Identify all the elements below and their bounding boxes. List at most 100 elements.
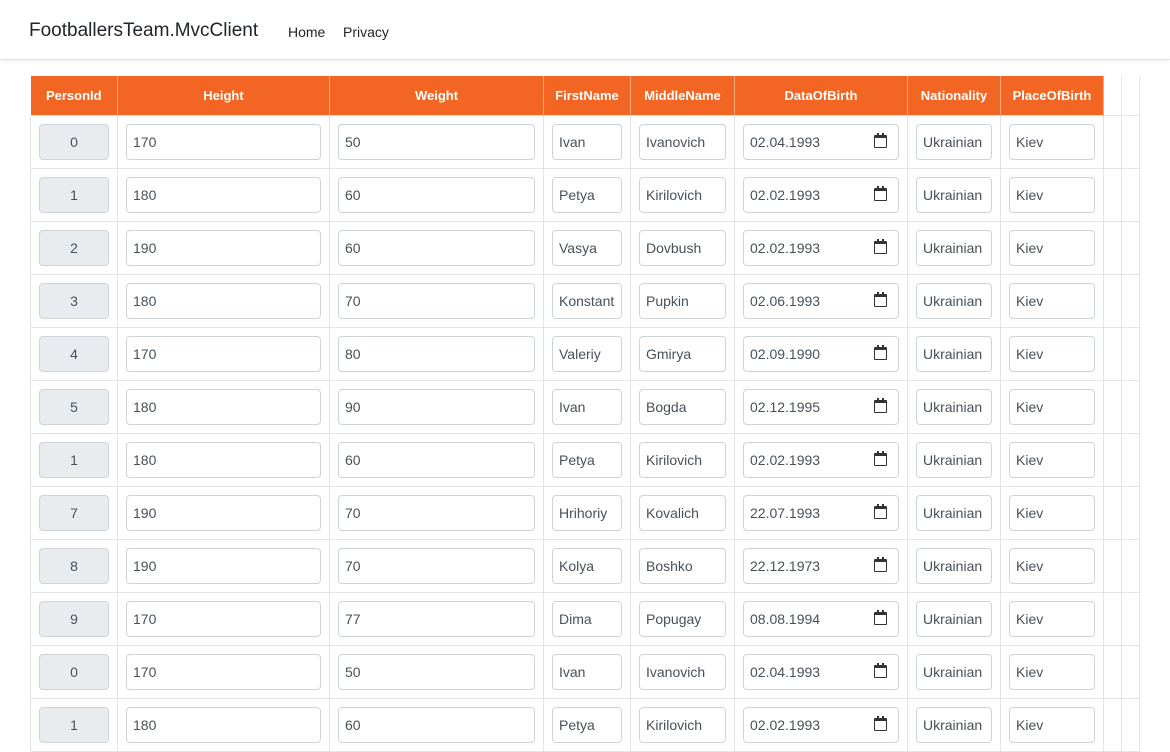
nationality-field[interactable]: Ukrainian — [916, 706, 992, 743]
placeofbirth-field[interactable]: Kiev — [1009, 176, 1095, 213]
placeofbirth-field[interactable]: Kiev — [1009, 494, 1095, 531]
firstname-field[interactable]: Petya — [552, 706, 622, 743]
firstname-field[interactable]: Ivan — [552, 123, 622, 160]
firstname-field[interactable]: Ivan — [552, 653, 622, 690]
dateofbirth-field[interactable]: 02.04.1993 — [743, 653, 899, 690]
weight-field[interactable]: 50 — [338, 123, 535, 160]
nationality-field[interactable]: Ukrainian — [916, 388, 992, 425]
dateofbirth-field[interactable]: 02.06.1993 — [743, 282, 899, 319]
firstname-field[interactable]: Kolya — [552, 547, 622, 584]
placeofbirth-field[interactable]: Kiev — [1009, 653, 1095, 690]
firstname-field[interactable]: Hrihoriy — [552, 494, 622, 531]
firstname-field[interactable]: Petya — [552, 441, 622, 478]
nav-privacy-link[interactable]: Privacy — [343, 24, 389, 40]
brand-link[interactable]: FootballersTeam.MvcClient — [29, 20, 258, 42]
middlename-field[interactable]: Pupkin — [639, 282, 726, 319]
height-field[interactable]: 180 — [126, 441, 321, 478]
weight-field[interactable]: 70 — [338, 547, 535, 584]
middlename-field[interactable]: Kirilovich — [639, 706, 726, 743]
nationality-field[interactable]: Ukrainian — [916, 547, 992, 584]
firstname-field[interactable]: Konstant — [552, 282, 622, 319]
weight-field[interactable]: 60 — [338, 441, 535, 478]
weight-field[interactable]: 70 — [338, 494, 535, 531]
calendar-icon[interactable] — [874, 556, 887, 572]
middlename-field[interactable]: Popugay — [639, 600, 726, 637]
calendar-icon[interactable] — [874, 662, 887, 678]
placeofbirth-field[interactable]: Kiev — [1009, 282, 1095, 319]
height-field[interactable]: 180 — [126, 176, 321, 213]
height-field[interactable]: 170 — [126, 600, 321, 637]
middlename-field[interactable]: Gmirya — [639, 335, 726, 372]
nationality-field[interactable]: Ukrainian — [916, 653, 992, 690]
middlename-field[interactable]: Kirilovich — [639, 176, 726, 213]
nationality-field[interactable]: Ukrainian — [916, 600, 992, 637]
placeofbirth-field[interactable]: Kiev — [1009, 335, 1095, 372]
height-field[interactable]: 180 — [126, 388, 321, 425]
weight-field[interactable]: 60 — [338, 229, 535, 266]
calendar-icon[interactable] — [874, 609, 887, 625]
middlename-field[interactable]: Kovalich — [639, 494, 726, 531]
placeofbirth-field[interactable]: Kiev — [1009, 706, 1095, 743]
middlename-field[interactable]: Ivanovich — [639, 123, 726, 160]
middlename-field[interactable]: Bogda — [639, 388, 726, 425]
calendar-icon[interactable] — [874, 715, 887, 731]
dateofbirth-field[interactable]: 02.02.1993 — [743, 176, 899, 213]
height-field[interactable]: 180 — [126, 282, 321, 319]
calendar-icon[interactable] — [874, 291, 887, 307]
dateofbirth-field[interactable]: 22.07.1993 — [743, 494, 899, 531]
firstname-field[interactable]: Vasya — [552, 229, 622, 266]
weight-field[interactable]: 77 — [338, 600, 535, 637]
nationality-field[interactable]: Ukrainian — [916, 335, 992, 372]
middlename-field[interactable]: Dovbush — [639, 229, 726, 266]
nationality-field[interactable]: Ukrainian — [916, 441, 992, 478]
height-field[interactable]: 190 — [126, 547, 321, 584]
weight-field[interactable]: 70 — [338, 282, 535, 319]
dateofbirth-field[interactable]: 08.08.1994 — [743, 600, 899, 637]
nationality-field[interactable]: Ukrainian — [916, 282, 992, 319]
dateofbirth-field[interactable]: 02.12.1995 — [743, 388, 899, 425]
placeofbirth-field[interactable]: Kiev — [1009, 547, 1095, 584]
middlename-field[interactable]: Boshko — [639, 547, 726, 584]
placeofbirth-field[interactable]: Kiev — [1009, 600, 1095, 637]
calendar-icon[interactable] — [874, 450, 887, 466]
nationality-field[interactable]: Ukrainian — [916, 123, 992, 160]
middlename-field[interactable]: Kirilovich — [639, 441, 726, 478]
dateofbirth-field[interactable]: 02.02.1993 — [743, 441, 899, 478]
calendar-icon[interactable] — [874, 397, 887, 413]
middlename-field[interactable]: Ivanovich — [639, 653, 726, 690]
weight-field[interactable]: 80 — [338, 335, 535, 372]
placeofbirth-field[interactable]: Kiev — [1009, 229, 1095, 266]
firstname-field[interactable]: Valeriy — [552, 335, 622, 372]
height-field[interactable]: 170 — [126, 123, 321, 160]
dateofbirth-field[interactable]: 22.12.1973 — [743, 547, 899, 584]
height-field[interactable]: 190 — [126, 229, 321, 266]
dateofbirth-field[interactable]: 02.04.1993 — [743, 123, 899, 160]
calendar-icon[interactable] — [874, 185, 887, 201]
placeofbirth-field[interactable]: Kiev — [1009, 123, 1095, 160]
placeofbirth-field[interactable]: Kiev — [1009, 388, 1095, 425]
nationality-field[interactable]: Ukrainian — [916, 494, 992, 531]
dateofbirth-field[interactable]: 02.02.1993 — [743, 229, 899, 266]
firstname-field[interactable]: Petya — [552, 176, 622, 213]
placeofbirth-field[interactable]: Kiev — [1009, 441, 1095, 478]
nationality-field[interactable]: Ukrainian — [916, 176, 992, 213]
weight-field[interactable]: 60 — [338, 176, 535, 213]
height-field[interactable]: 170 — [126, 653, 321, 690]
weight-field[interactable]: 60 — [338, 706, 535, 743]
weight-field[interactable]: 50 — [338, 653, 535, 690]
calendar-icon[interactable] — [874, 503, 887, 519]
height-field[interactable]: 180 — [126, 706, 321, 743]
nav-home-link[interactable]: Home — [288, 24, 325, 40]
weight-field[interactable]: 90 — [338, 388, 535, 425]
firstname-field[interactable]: Dima — [552, 600, 622, 637]
nationality-field[interactable]: Ukrainian — [916, 229, 992, 266]
dateofbirth-field[interactable]: 02.09.1990 — [743, 335, 899, 372]
firstname-field-value: Ivan — [559, 133, 586, 150]
firstname-field[interactable]: Ivan — [552, 388, 622, 425]
height-field[interactable]: 190 — [126, 494, 321, 531]
calendar-icon[interactable] — [874, 132, 887, 148]
calendar-icon[interactable] — [874, 344, 887, 360]
height-field[interactable]: 170 — [126, 335, 321, 372]
calendar-icon[interactable] — [874, 238, 887, 254]
dateofbirth-field[interactable]: 02.02.1993 — [743, 706, 899, 743]
